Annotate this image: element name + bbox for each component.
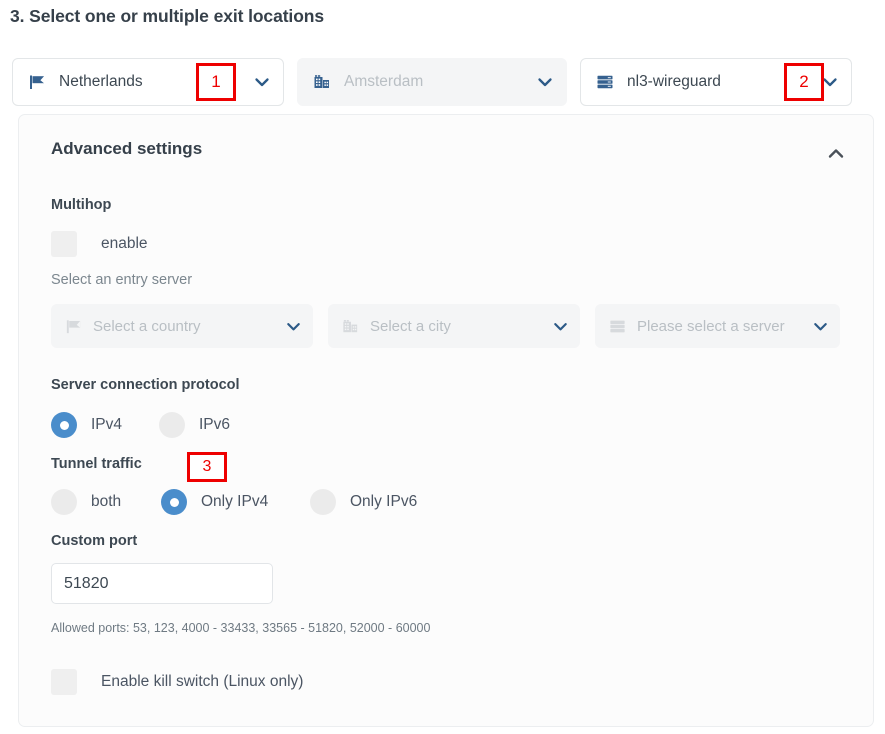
tunnel-radio-both[interactable] — [51, 489, 77, 515]
chevron-down-icon[interactable] — [282, 315, 304, 337]
flag-icon — [64, 317, 83, 336]
server-stack-icon — [595, 72, 615, 92]
exit-country-dropdown[interactable]: Netherlands — [12, 58, 284, 106]
multihop-title: Multihop — [51, 197, 112, 213]
entry-server-placeholder: Please select a server — [637, 317, 785, 335]
page-title: 3. Select one or multiple exit locations — [10, 6, 324, 26]
tunnel-radio-only-ipv6[interactable] — [310, 489, 336, 515]
protocol-radio-ipv6[interactable] — [159, 412, 185, 438]
entry-country-dropdown[interactable]: Select a country — [51, 304, 313, 348]
advanced-settings-title: Advanced settings — [51, 139, 203, 158]
exit-locations-page: 3. Select one or multiple exit locations… — [0, 0, 885, 734]
custom-port-input[interactable] — [51, 563, 273, 604]
tunnel-label-both: both — [91, 493, 122, 510]
chevron-down-icon[interactable] — [549, 315, 571, 337]
chevron-down-icon[interactable] — [809, 315, 831, 337]
exit-location-row: Netherlands Amsterdam nl3-wireguard — [12, 58, 874, 106]
flag-icon — [27, 72, 47, 92]
protocol-radio-ipv4[interactable] — [51, 412, 77, 438]
entry-server-row: Select a country Select a city Please se… — [51, 304, 841, 348]
city-building-icon — [312, 72, 332, 92]
server-stack-icon — [608, 317, 627, 336]
tunnel-label-only-ipv6: Only IPv6 — [350, 493, 418, 510]
chevron-down-icon[interactable] — [251, 71, 273, 93]
kill-switch-checkbox[interactable] — [51, 669, 77, 695]
chevron-up-icon[interactable] — [823, 141, 849, 167]
kill-switch-label: Enable kill switch (Linux only) — [101, 673, 304, 690]
custom-port-title: Custom port — [51, 533, 138, 549]
entry-country-placeholder: Select a country — [93, 317, 201, 335]
entry-city-dropdown[interactable]: Select a city — [328, 304, 580, 348]
annotation-marker-2: 2 — [784, 63, 824, 101]
annotation-marker-3: 3 — [187, 452, 227, 482]
entry-server-label: Select an entry server — [51, 272, 193, 288]
protocol-label-ipv4: IPv4 — [91, 416, 123, 433]
chevron-down-icon[interactable] — [534, 71, 556, 93]
annotation-marker-1: 1 — [196, 63, 236, 101]
advanced-settings-panel: Advanced settings Multihop enable Select… — [18, 114, 874, 727]
exit-city-dropdown[interactable]: Amsterdam — [297, 58, 567, 106]
city-building-icon — [341, 317, 360, 336]
tunnel-traffic-title: Tunnel traffic — [51, 456, 142, 472]
multihop-enable-checkbox[interactable] — [51, 231, 77, 257]
entry-city-placeholder: Select a city — [370, 317, 451, 335]
allowed-ports-hint: Allowed ports: 53, 123, 4000 - 33433, 33… — [51, 621, 431, 635]
multihop-enable-label: enable — [101, 235, 148, 252]
tunnel-radio-only-ipv4[interactable] — [161, 489, 187, 515]
exit-city-value: Amsterdam — [344, 73, 424, 90]
protocol-label-ipv6: IPv6 — [199, 416, 231, 433]
tunnel-label-only-ipv4: Only IPv4 — [201, 493, 269, 510]
entry-server-dropdown[interactable]: Please select a server — [595, 304, 840, 348]
protocol-title: Server connection protocol — [51, 377, 240, 393]
